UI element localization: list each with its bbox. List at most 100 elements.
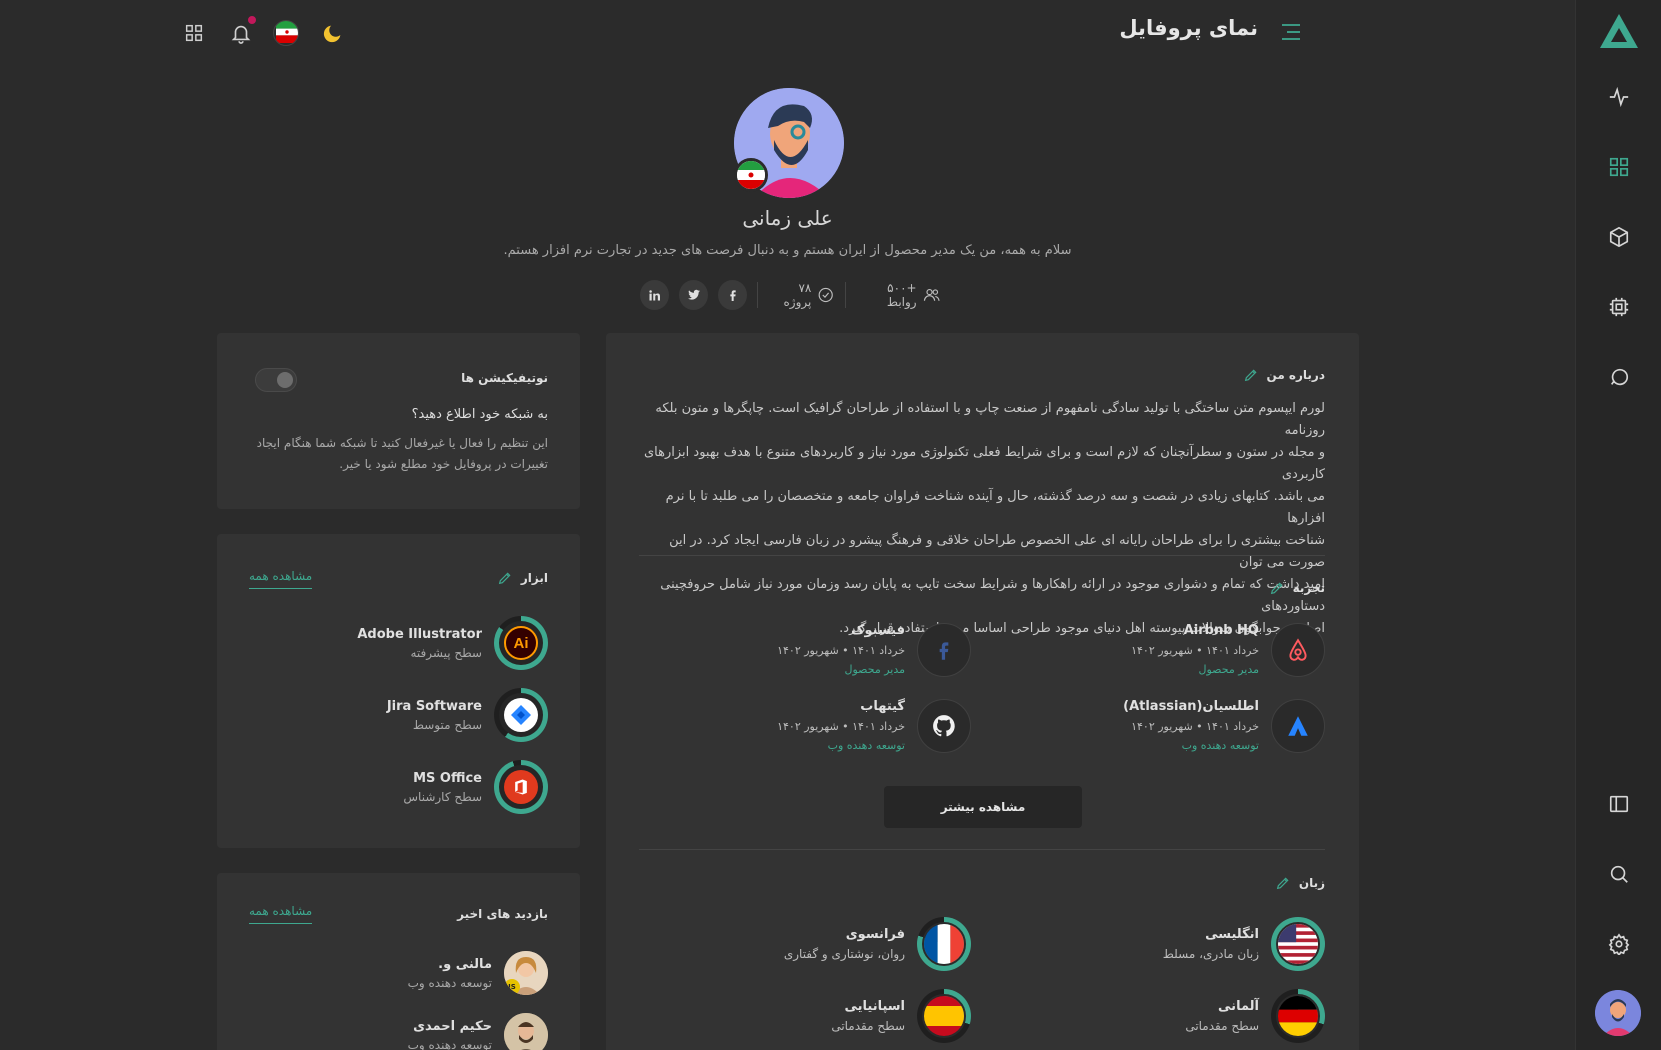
tool-progress-ring (494, 760, 548, 814)
es-flag-icon (922, 994, 966, 1038)
apps-grid-icon[interactable] (181, 20, 207, 46)
de-flag-icon (1276, 994, 1320, 1038)
facebook-icon[interactable] (718, 280, 748, 310)
language-item-french[interactable]: فرانسوی روان، نوشتاری و گفتاری (784, 917, 971, 971)
tool-name: Adobe Illustrator (357, 626, 482, 642)
box-icon[interactable] (1599, 217, 1639, 257)
edit-pencil-icon[interactable] (1275, 875, 1291, 891)
experience-date: خرداد ۱۴۰۱ • شهریور ۱۴۰۲ (777, 720, 905, 733)
experience-role: مدیر محصول (1198, 663, 1260, 676)
cpu-icon[interactable] (1599, 287, 1639, 327)
icon-rail (1575, 0, 1661, 1050)
about-line: شناخت بیشتری را برای طراحان رایانه ای عل… (669, 533, 1325, 570)
about-card: درباره من لورم ایپسوم متن ساختگی با تولی… (606, 333, 1359, 1050)
tool-level: سطح پیشرفته (410, 645, 482, 660)
visitor-role: توسعه دهنده وب (407, 975, 492, 990)
profile-bio: سلام به همه، من یک مدیر محصول از ایران ه… (503, 243, 1072, 258)
experience-date: خرداد ۱۴۰۱ • شهریور ۱۴۰۲ (1131, 720, 1259, 733)
about-line: می باشد. کتابهای زیادی در شصت و سه درصد … (665, 489, 1325, 526)
tools-title: ابزار (497, 570, 548, 586)
profile-name: علی زمانی (742, 206, 833, 230)
experience-role: توسعه دهنده وب (827, 739, 905, 752)
visitor-avatar (504, 1013, 548, 1050)
sidebar-toggle-icon[interactable] (1599, 784, 1639, 824)
experience-title-label: تجربه (1292, 581, 1325, 595)
language-item-german[interactable]: آلمانی سطح مقدماتی (1185, 989, 1325, 1043)
notifications-card: نوتیفیکیشن ها به شبکه خود اطلاع دهید؟ ای… (217, 333, 580, 509)
language-title: زبان (1275, 875, 1325, 891)
language-item-spanish[interactable]: اسپانیایی سطح مقدماتی (831, 989, 971, 1043)
notification-dot (248, 16, 256, 24)
tool-item-ms-office[interactable]: MS Office سطح کارشناس (403, 760, 548, 814)
visitors-view-all-link[interactable]: مشاهده همه (249, 904, 313, 924)
language-progress-ring (917, 917, 971, 971)
language-level: سطح مقدماتی (1185, 1019, 1259, 1033)
activity-icon[interactable] (1599, 77, 1639, 117)
language-name: آلمانی (1218, 999, 1259, 1014)
tool-item-jira[interactable]: Jira Software سطح متوسط (387, 688, 548, 742)
divider (639, 849, 1325, 850)
notifications-toggle[interactable] (255, 368, 297, 392)
experience-role: توسعه دهنده وب (1181, 739, 1259, 752)
show-more-button[interactable]: مشاهده بیشتر (884, 786, 1082, 828)
experience-role: مدیر محصول (844, 663, 906, 676)
twitter-icon[interactable] (679, 280, 709, 310)
tools-card: ابزار مشاهده همه Ai Adobe Illustrator سط… (217, 534, 580, 848)
tools-view-all-link[interactable]: مشاهده همه (249, 569, 313, 589)
experience-item-atlassian[interactable]: اطلسیان(Atlassian) خرداد ۱۴۰۱ • شهریور ۱… (1123, 699, 1325, 753)
menu-icon[interactable] (1279, 20, 1303, 44)
javascript-badge-icon: JS (504, 979, 520, 995)
app-logo[interactable] (1596, 8, 1642, 54)
profile-avatar (732, 88, 844, 200)
theme-moon-icon[interactable] (320, 20, 346, 46)
language-title-label: زبان (1298, 876, 1325, 890)
dashboard-grid-icon[interactable] (1599, 147, 1639, 187)
language-progress-ring (1271, 917, 1325, 971)
top-bar: نمای پروفایل (0, 0, 1575, 64)
visitor-role: توسعه دهنده وب (407, 1037, 492, 1050)
visitor-item[interactable]: حکیم احمدی توسعه دهنده وب (408, 1013, 548, 1050)
experience-item-airbnb[interactable]: Airbnb HQ خرداد ۱۴۰۱ • شهریور ۱۴۰۲ مدیر … (1131, 623, 1325, 677)
connections-stat: +۵۰۰ روابط (856, 281, 940, 309)
divider (757, 282, 759, 308)
connections-count: +۵۰۰ روابط (886, 281, 917, 309)
github-icon (917, 699, 971, 753)
experience-date: خرداد ۱۴۰۱ • شهریور ۱۴۰۲ (1131, 644, 1259, 657)
edit-pencil-icon[interactable] (1243, 367, 1259, 383)
tools-title-label: ابزار (520, 571, 548, 585)
projects-count: ۷۸ پروژه (783, 281, 812, 309)
experience-item-github[interactable]: گیتهاب خرداد ۱۴۰۱ • شهریور ۱۴۰۲ توسعه ده… (777, 699, 971, 753)
about-text: لورم ایپسوم متن ساختگی با تولید سادگی نا… (635, 398, 1325, 640)
avatar-iran-flag-icon (734, 158, 768, 192)
language-level: روان، نوشتاری و گفتاری (783, 947, 905, 961)
notification-bell-icon[interactable] (228, 16, 256, 46)
tool-name: MS Office (413, 770, 482, 786)
visitor-item[interactable]: JS مالنی و. توسعه دهنده وب (408, 951, 548, 995)
tool-item-illustrator[interactable]: Ai Adobe Illustrator سطح پیشرفته (357, 616, 548, 670)
language-item-english[interactable]: انگلیسی زبان مادری، مسلط (1163, 917, 1325, 971)
airbnb-icon (1271, 623, 1325, 677)
visitor-name: حکیم احمدی (413, 1018, 492, 1034)
tool-level: سطح کارشناس (403, 789, 482, 804)
visitor-avatar: JS (504, 951, 548, 995)
projects-stat: ۷۸ پروژه (768, 281, 834, 309)
settings-gear-icon[interactable] (1599, 924, 1639, 964)
search-icon[interactable] (1599, 854, 1639, 894)
office-icon (499, 765, 543, 809)
edit-pencil-icon[interactable] (1269, 580, 1285, 596)
experience-company: فیسبوک (851, 623, 905, 638)
atlassian-icon (1271, 699, 1325, 753)
edit-pencil-icon[interactable] (497, 570, 513, 586)
language-name: فرانسوی (845, 927, 905, 942)
notifications-description: این تنظیم را فعال یا غیرفعال کنید تا شبک… (248, 433, 548, 475)
linkedin-icon[interactable] (640, 280, 670, 310)
about-line: و مجله در ستون و سطرآنچنان که لازم است و… (643, 445, 1325, 482)
chat-icon[interactable] (1599, 357, 1639, 397)
check-circle-icon (818, 287, 834, 303)
experience-company: Airbnb HQ (1183, 623, 1259, 638)
user-avatar[interactable] (1595, 990, 1641, 1036)
toggle-knob (277, 372, 293, 388)
experience-company: اطلسیان(Atlassian) (1123, 699, 1259, 714)
experience-item-facebook[interactable]: فیسبوک خرداد ۱۴۰۱ • شهریور ۱۴۰۲ مدیر محص… (777, 623, 971, 677)
language-iran-flag-icon[interactable] (273, 20, 299, 46)
